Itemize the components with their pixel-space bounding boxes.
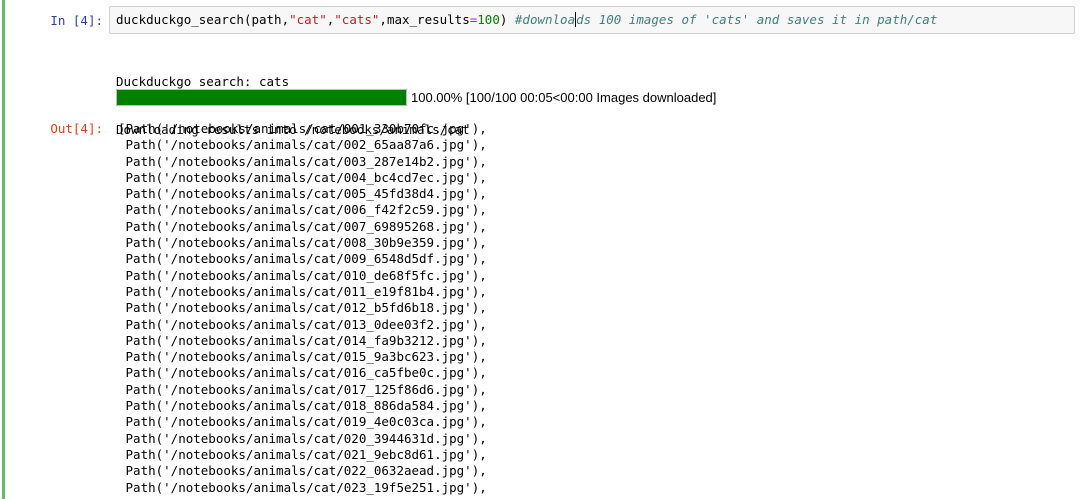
output-line: Path('/notebooks/animals/cat/010_de68f5f… xyxy=(118,267,487,283)
progress-label: 100.00% [100/100 00:05<00:00 Images down… xyxy=(411,89,717,105)
download-progress: 100.00% [100/100 00:05<00:00 Images down… xyxy=(116,87,716,107)
code-string-cats: "cats" xyxy=(334,12,380,27)
code-string-cat: "cat" xyxy=(289,12,327,27)
output-prompt: Out[4]: xyxy=(50,121,103,136)
output-line: Path('/notebooks/animals/cat/021_9ebc8d6… xyxy=(118,446,487,462)
output-line: Path('/notebooks/animals/cat/009_6548d5d… xyxy=(118,251,487,267)
output-line: Path('/notebooks/animals/cat/011_e19f81b… xyxy=(118,283,487,299)
code-input-editor[interactable]: duckduckgo_search(path,"cat","cats",max_… xyxy=(109,6,1075,34)
code-args-open: (path, xyxy=(243,12,290,27)
code-args-close: ) xyxy=(499,12,515,27)
output-line: Path('/notebooks/animals/cat/022_0632aea… xyxy=(118,463,487,479)
input-prompt: In [4]: xyxy=(50,13,103,28)
code-number: 100 xyxy=(477,12,500,27)
output-line: Path('/notebooks/animals/cat/015_9a3bc62… xyxy=(118,349,487,365)
code-kwarg: ,max_results xyxy=(379,12,470,27)
code-comment-end: ds 100 images of 'cats' and saves it in … xyxy=(576,12,938,27)
output-line: Path('/notebooks/animals/cat/014_fa9b321… xyxy=(118,332,487,348)
notebook-cell[interactable]: In [4]: duckduckgo_search(path,"cat","ca… xyxy=(2,0,1076,499)
output-line: Path('/notebooks/animals/cat/005_45fd38d… xyxy=(118,186,487,202)
code-line: duckduckgo_search(path,"cat","cats",max_… xyxy=(116,12,937,28)
progress-bar-fill xyxy=(117,89,406,105)
output-line: Path('/notebooks/animals/cat/008_30b9e35… xyxy=(118,235,487,251)
output-line: Path('/notebooks/animals/cat/004_bc4cd7e… xyxy=(118,169,487,185)
progress-bar xyxy=(116,88,407,106)
output-line: Path('/notebooks/animals/cat/003_287e14b… xyxy=(118,153,487,169)
output-line: Path('/notebooks/animals/cat/019_4e0c03c… xyxy=(118,414,487,430)
output-line: Path('/notebooks/animals/cat/012_b5fd6b1… xyxy=(118,300,487,316)
output-line: Path('/notebooks/animals/cat/016_ca5fbe0… xyxy=(118,365,487,381)
output-line: Path('/notebooks/animals/cat/023_19f5e25… xyxy=(118,479,487,495)
output-line: Path('/notebooks/animals/cat/006_f42f2c5… xyxy=(118,202,487,218)
output-line: Path('/notebooks/animals/cat/020_3944631… xyxy=(118,430,487,446)
output-line: Path('/notebooks/animals/cat/017_125f86d… xyxy=(118,381,487,397)
output-line: Path('/notebooks/animals/cat/013_0dee03f… xyxy=(118,316,487,332)
code-comment-start: #downloa xyxy=(514,12,576,27)
output-line: Path('/notebooks/animals/cat/018_886da58… xyxy=(118,398,487,414)
output-line: Path('/notebooks/animals/cat/002_65aa87a… xyxy=(118,137,487,153)
cell-output: [Path('/notebooks/animals/cat/001_330b70… xyxy=(118,121,487,496)
output-line: [Path('/notebooks/animals/cat/001_330b70… xyxy=(118,121,487,136)
output-line: Path('/notebooks/animals/cat/007_6989526… xyxy=(118,218,487,234)
code-function-name: duckduckgo_search xyxy=(116,12,244,27)
